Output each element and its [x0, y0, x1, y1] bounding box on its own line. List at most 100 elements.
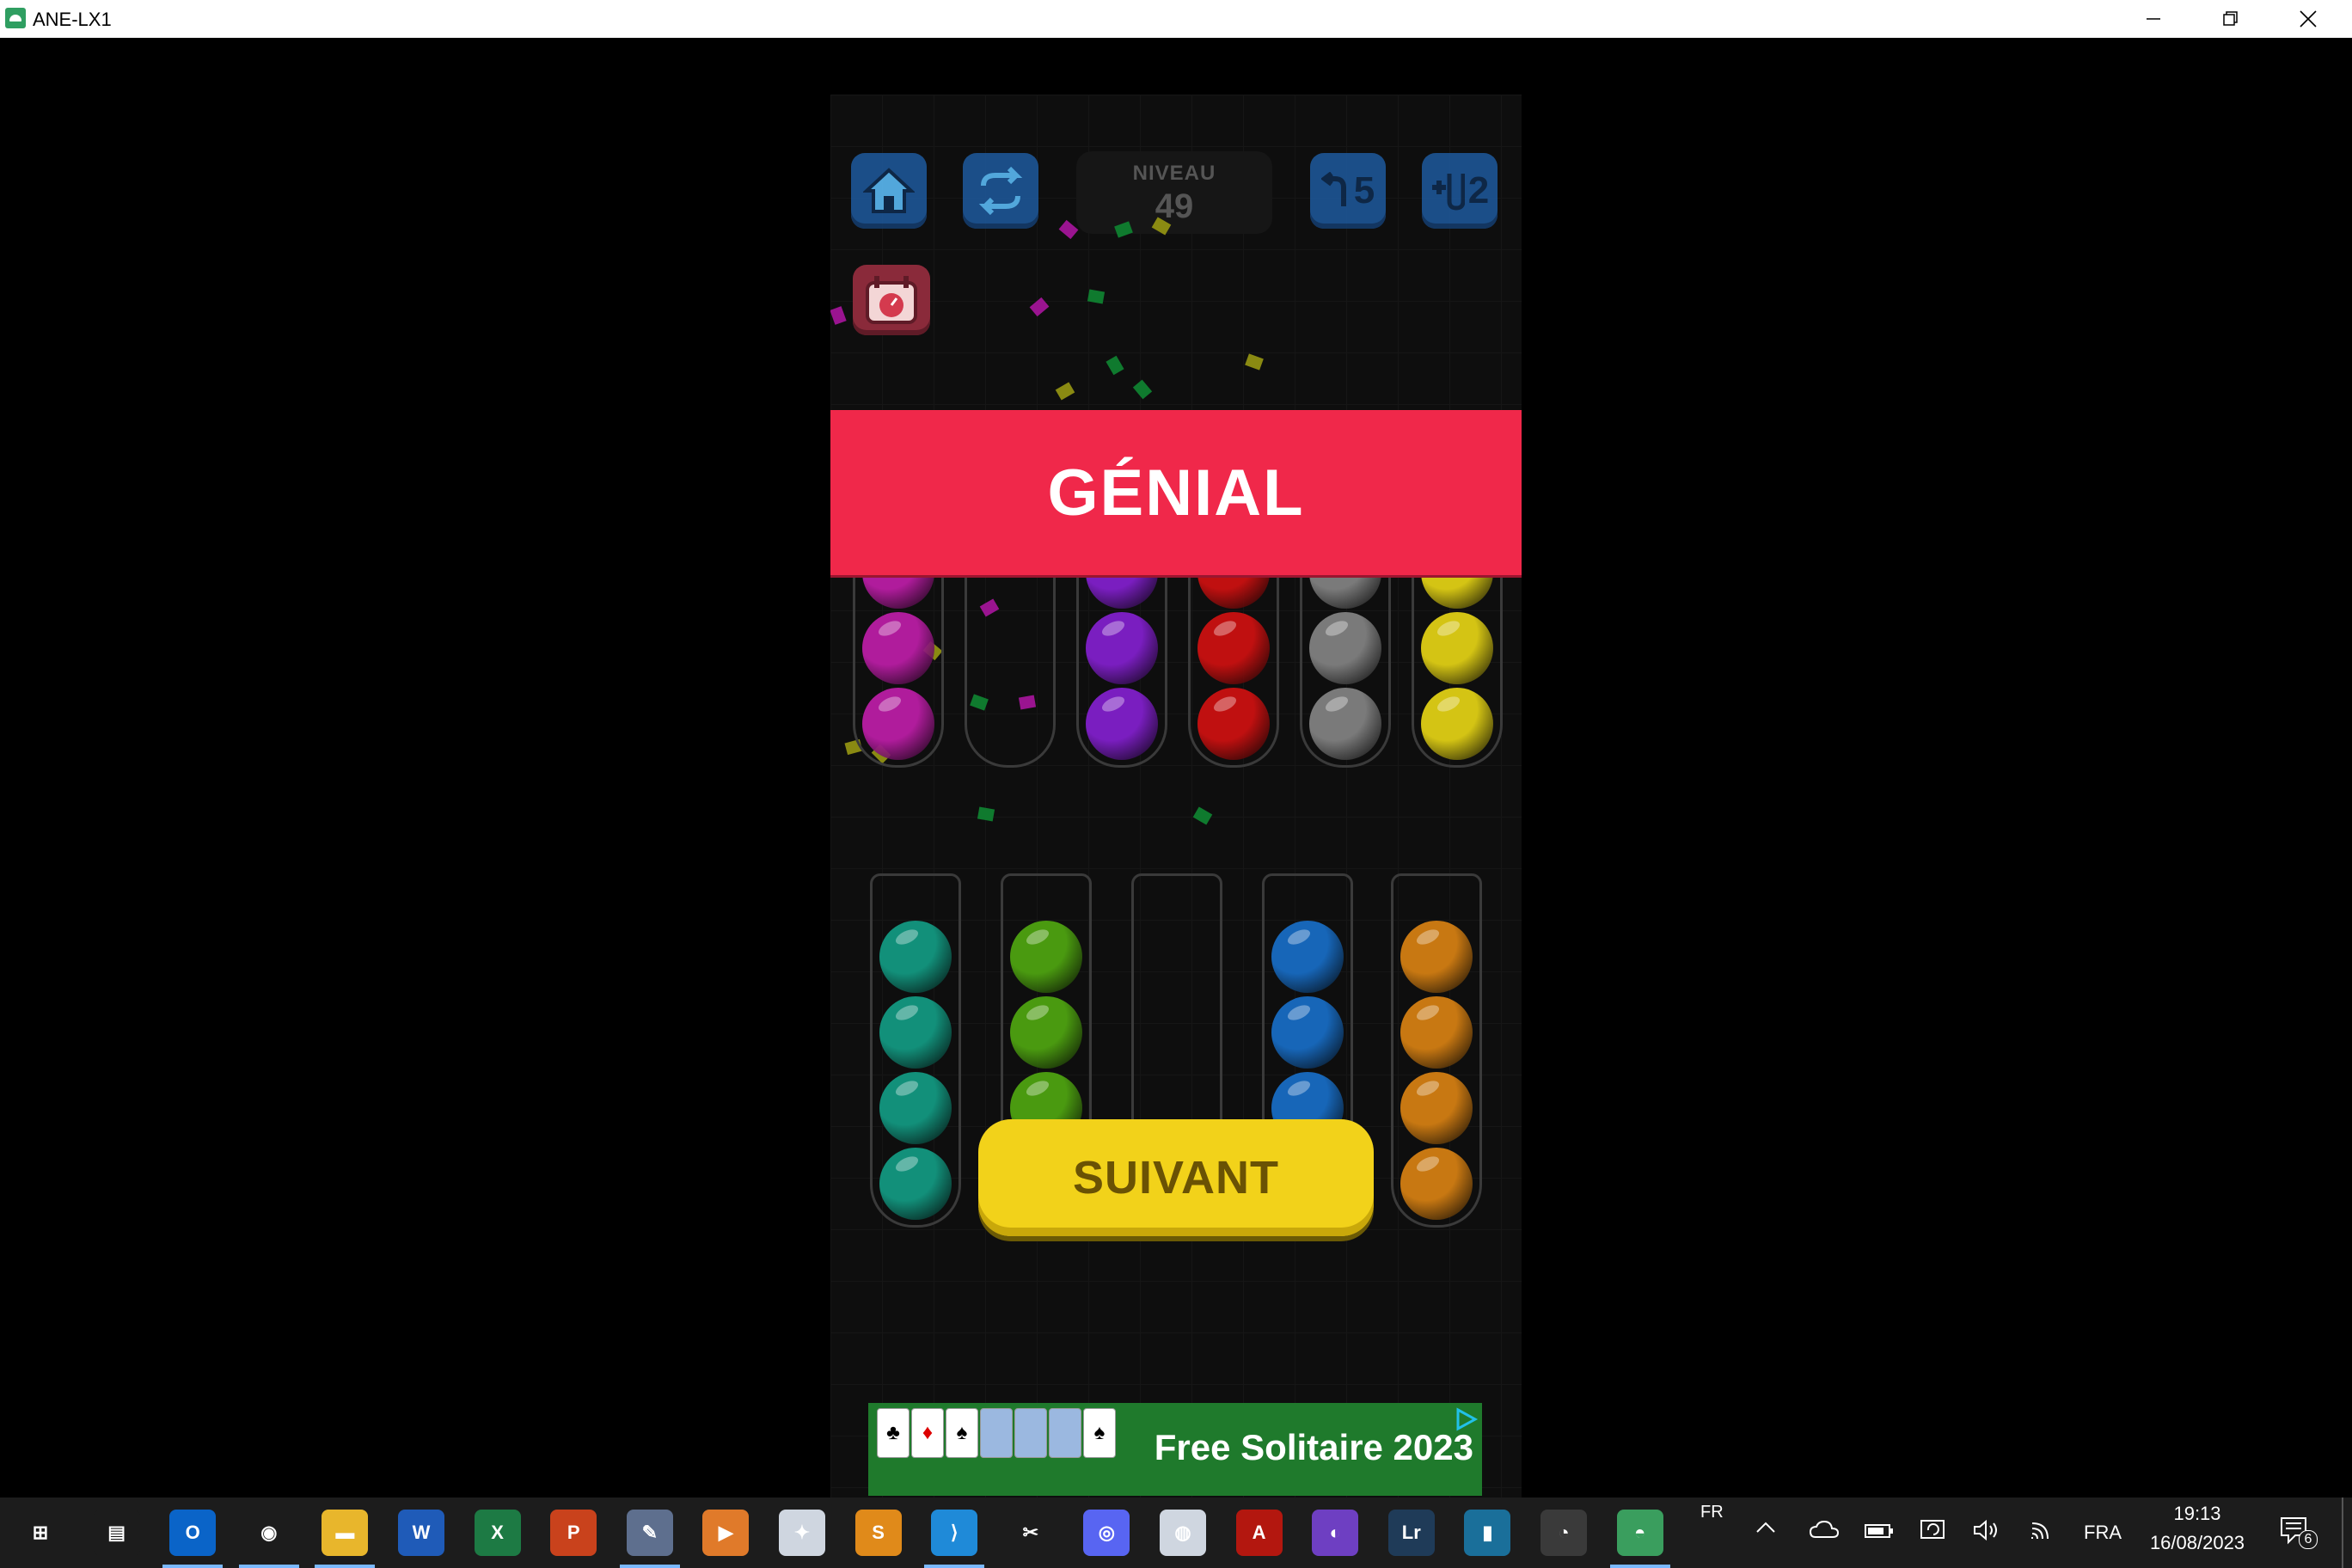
snipping-tool-icon[interactable]: ✎	[626, 1510, 673, 1556]
ball-orange	[1400, 921, 1473, 993]
ball-red	[1197, 688, 1270, 760]
show-desktop-button[interactable]	[2342, 1498, 2343, 1568]
ball-teal	[879, 996, 952, 1069]
tube[interactable]	[965, 559, 1056, 768]
onedrive-tray[interactable]	[1809, 1518, 1840, 1547]
outlook-icon[interactable]: O	[169, 1510, 217, 1556]
undo-count: 5	[1353, 169, 1375, 211]
chevron-up-icon	[1756, 1522, 1775, 1533]
tube[interactable]	[853, 536, 944, 768]
playing-card-clubs: ♣	[877, 1408, 910, 1458]
confetti	[1192, 806, 1213, 825]
notification-count: 6	[2299, 1530, 2318, 1549]
language-indicator[interactable]: FRA	[2084, 1522, 2122, 1544]
tube[interactable]	[1391, 873, 1482, 1228]
undo-icon	[1320, 172, 1346, 206]
confetti	[830, 306, 847, 325]
chrome-icon[interactable]: ◉	[245, 1510, 292, 1556]
next-level-button[interactable]: SUIVANT	[978, 1119, 1374, 1236]
success-banner: GÉNIAL	[830, 410, 1522, 575]
game-controller-icon[interactable]: ◍	[1160, 1510, 1206, 1556]
network-tray[interactable]	[2029, 1518, 2058, 1547]
ball-green	[1010, 996, 1082, 1069]
tube[interactable]	[1188, 536, 1279, 768]
input-language-indicator[interactable]: FR	[1700, 1503, 1724, 1522]
game-screen: NIVEAU 49 5 2 GÉNIAL SUIVANT	[830, 95, 1522, 1498]
restore-icon	[2223, 11, 2238, 26]
restore-button[interactable]	[2192, 0, 2269, 38]
excel-icon[interactable]: X	[474, 1510, 521, 1556]
media-player-icon[interactable]: ▶	[702, 1510, 750, 1556]
powerpoint-icon[interactable]: P	[550, 1510, 597, 1556]
app-panel-icon[interactable]: ▮	[1464, 1510, 1511, 1556]
home-button[interactable]	[851, 153, 927, 229]
windows-taskbar: ⊞ ▤ O ◉ ▬ W X P ✎ ▶ ✦ S ⟩ ✂ ◎ ◍ A ◐ Lr ▮ ◔ ◓ FR FRA 19:13 16/…	[0, 1498, 2352, 1568]
show-hidden-icons-button[interactable]	[1754, 1516, 1778, 1546]
level-number: 49	[1155, 187, 1194, 225]
battery-icon	[1865, 1524, 1893, 1538]
next-button-label: SUIVANT	[1072, 1152, 1279, 1204]
playing-card-diamonds: ♦	[911, 1408, 944, 1458]
display-sync-icon	[1920, 1520, 1945, 1539]
confetti	[1029, 297, 1050, 317]
add-tube-button[interactable]: 2	[1422, 153, 1498, 229]
tube[interactable]	[1300, 536, 1391, 768]
home-icon	[863, 168, 915, 213]
acrobat-icon[interactable]: A	[1235, 1510, 1283, 1556]
playing-card-back	[1049, 1408, 1081, 1458]
sublime-text-icon[interactable]: S	[854, 1510, 902, 1556]
level-indicator: NIVEAU 49	[1076, 151, 1272, 234]
tube[interactable]	[870, 873, 961, 1228]
confetti	[1245, 353, 1264, 371]
sync-tray[interactable]	[1919, 1518, 1946, 1547]
confetti	[1087, 289, 1106, 304]
ad-choices-icon[interactable]	[1453, 1406, 1479, 1432]
volume-tray[interactable]	[1972, 1518, 2001, 1547]
close-icon	[2300, 10, 2317, 28]
vs-code-icon[interactable]: ⟩	[931, 1510, 978, 1556]
battery-tray[interactable]	[1864, 1518, 1895, 1547]
discord-icon[interactable]: ◎	[1083, 1510, 1130, 1556]
action-center-button[interactable]: 6	[2280, 1516, 2318, 1553]
ball-purple	[1086, 612, 1158, 684]
playing-card-back	[980, 1408, 1013, 1458]
restart-button[interactable]	[963, 153, 1038, 229]
playing-card-back	[1014, 1408, 1047, 1458]
playing-card-spades: ♠	[946, 1408, 978, 1458]
clock-date: 16/08/2023	[2149, 1532, 2245, 1553]
tube[interactable]	[1412, 536, 1503, 768]
ball-purple	[1086, 688, 1158, 760]
ball-blue	[1271, 996, 1344, 1069]
daily-challenge-button[interactable]	[853, 265, 930, 335]
minimize-button[interactable]	[2115, 0, 2192, 38]
confetti	[1058, 219, 1079, 240]
android-emulator-icon[interactable]: ◓	[1616, 1510, 1663, 1556]
scissors-tool-icon[interactable]: ✂	[1007, 1510, 1054, 1556]
window-title-bar: ANE-LX1	[0, 0, 2352, 38]
ball-orange	[1400, 1148, 1473, 1220]
file-explorer-icon[interactable]: ▬	[322, 1510, 369, 1556]
ball-yellow	[1421, 612, 1493, 684]
cloud-icon	[1809, 1520, 1840, 1538]
obs-studio-icon[interactable]: ◔	[1540, 1510, 1587, 1556]
close-button[interactable]	[2269, 0, 2347, 38]
ball-teal	[879, 1148, 952, 1220]
ball-red	[1197, 612, 1270, 684]
undo-button[interactable]: 5	[1310, 153, 1386, 229]
ball-gray	[1309, 612, 1381, 684]
word-icon[interactable]: W	[398, 1510, 444, 1556]
clock[interactable]: 19:13 16/08/2023	[2146, 1503, 2249, 1554]
python-script-icon[interactable]: ✦	[779, 1510, 825, 1556]
task-view-icon[interactable]: ▤	[93, 1510, 140, 1556]
banner-text: GÉNIAL	[1047, 456, 1305, 530]
ad-banner[interactable]: ♣ ♦ ♠ ♠ Free Solitaire 2023	[868, 1403, 1482, 1496]
level-label: NIVEAU	[1132, 162, 1216, 185]
running-indicator	[619, 1565, 680, 1568]
ball-green	[1010, 921, 1082, 993]
lightroom-classic-icon[interactable]: Lr	[1387, 1510, 1435, 1556]
windows-start-icon[interactable]: ⊞	[17, 1510, 64, 1556]
github-desktop-icon[interactable]: ◐	[1312, 1510, 1359, 1556]
restart-icon	[978, 167, 1023, 215]
running-indicator	[315, 1565, 376, 1568]
tube[interactable]	[1076, 536, 1167, 768]
